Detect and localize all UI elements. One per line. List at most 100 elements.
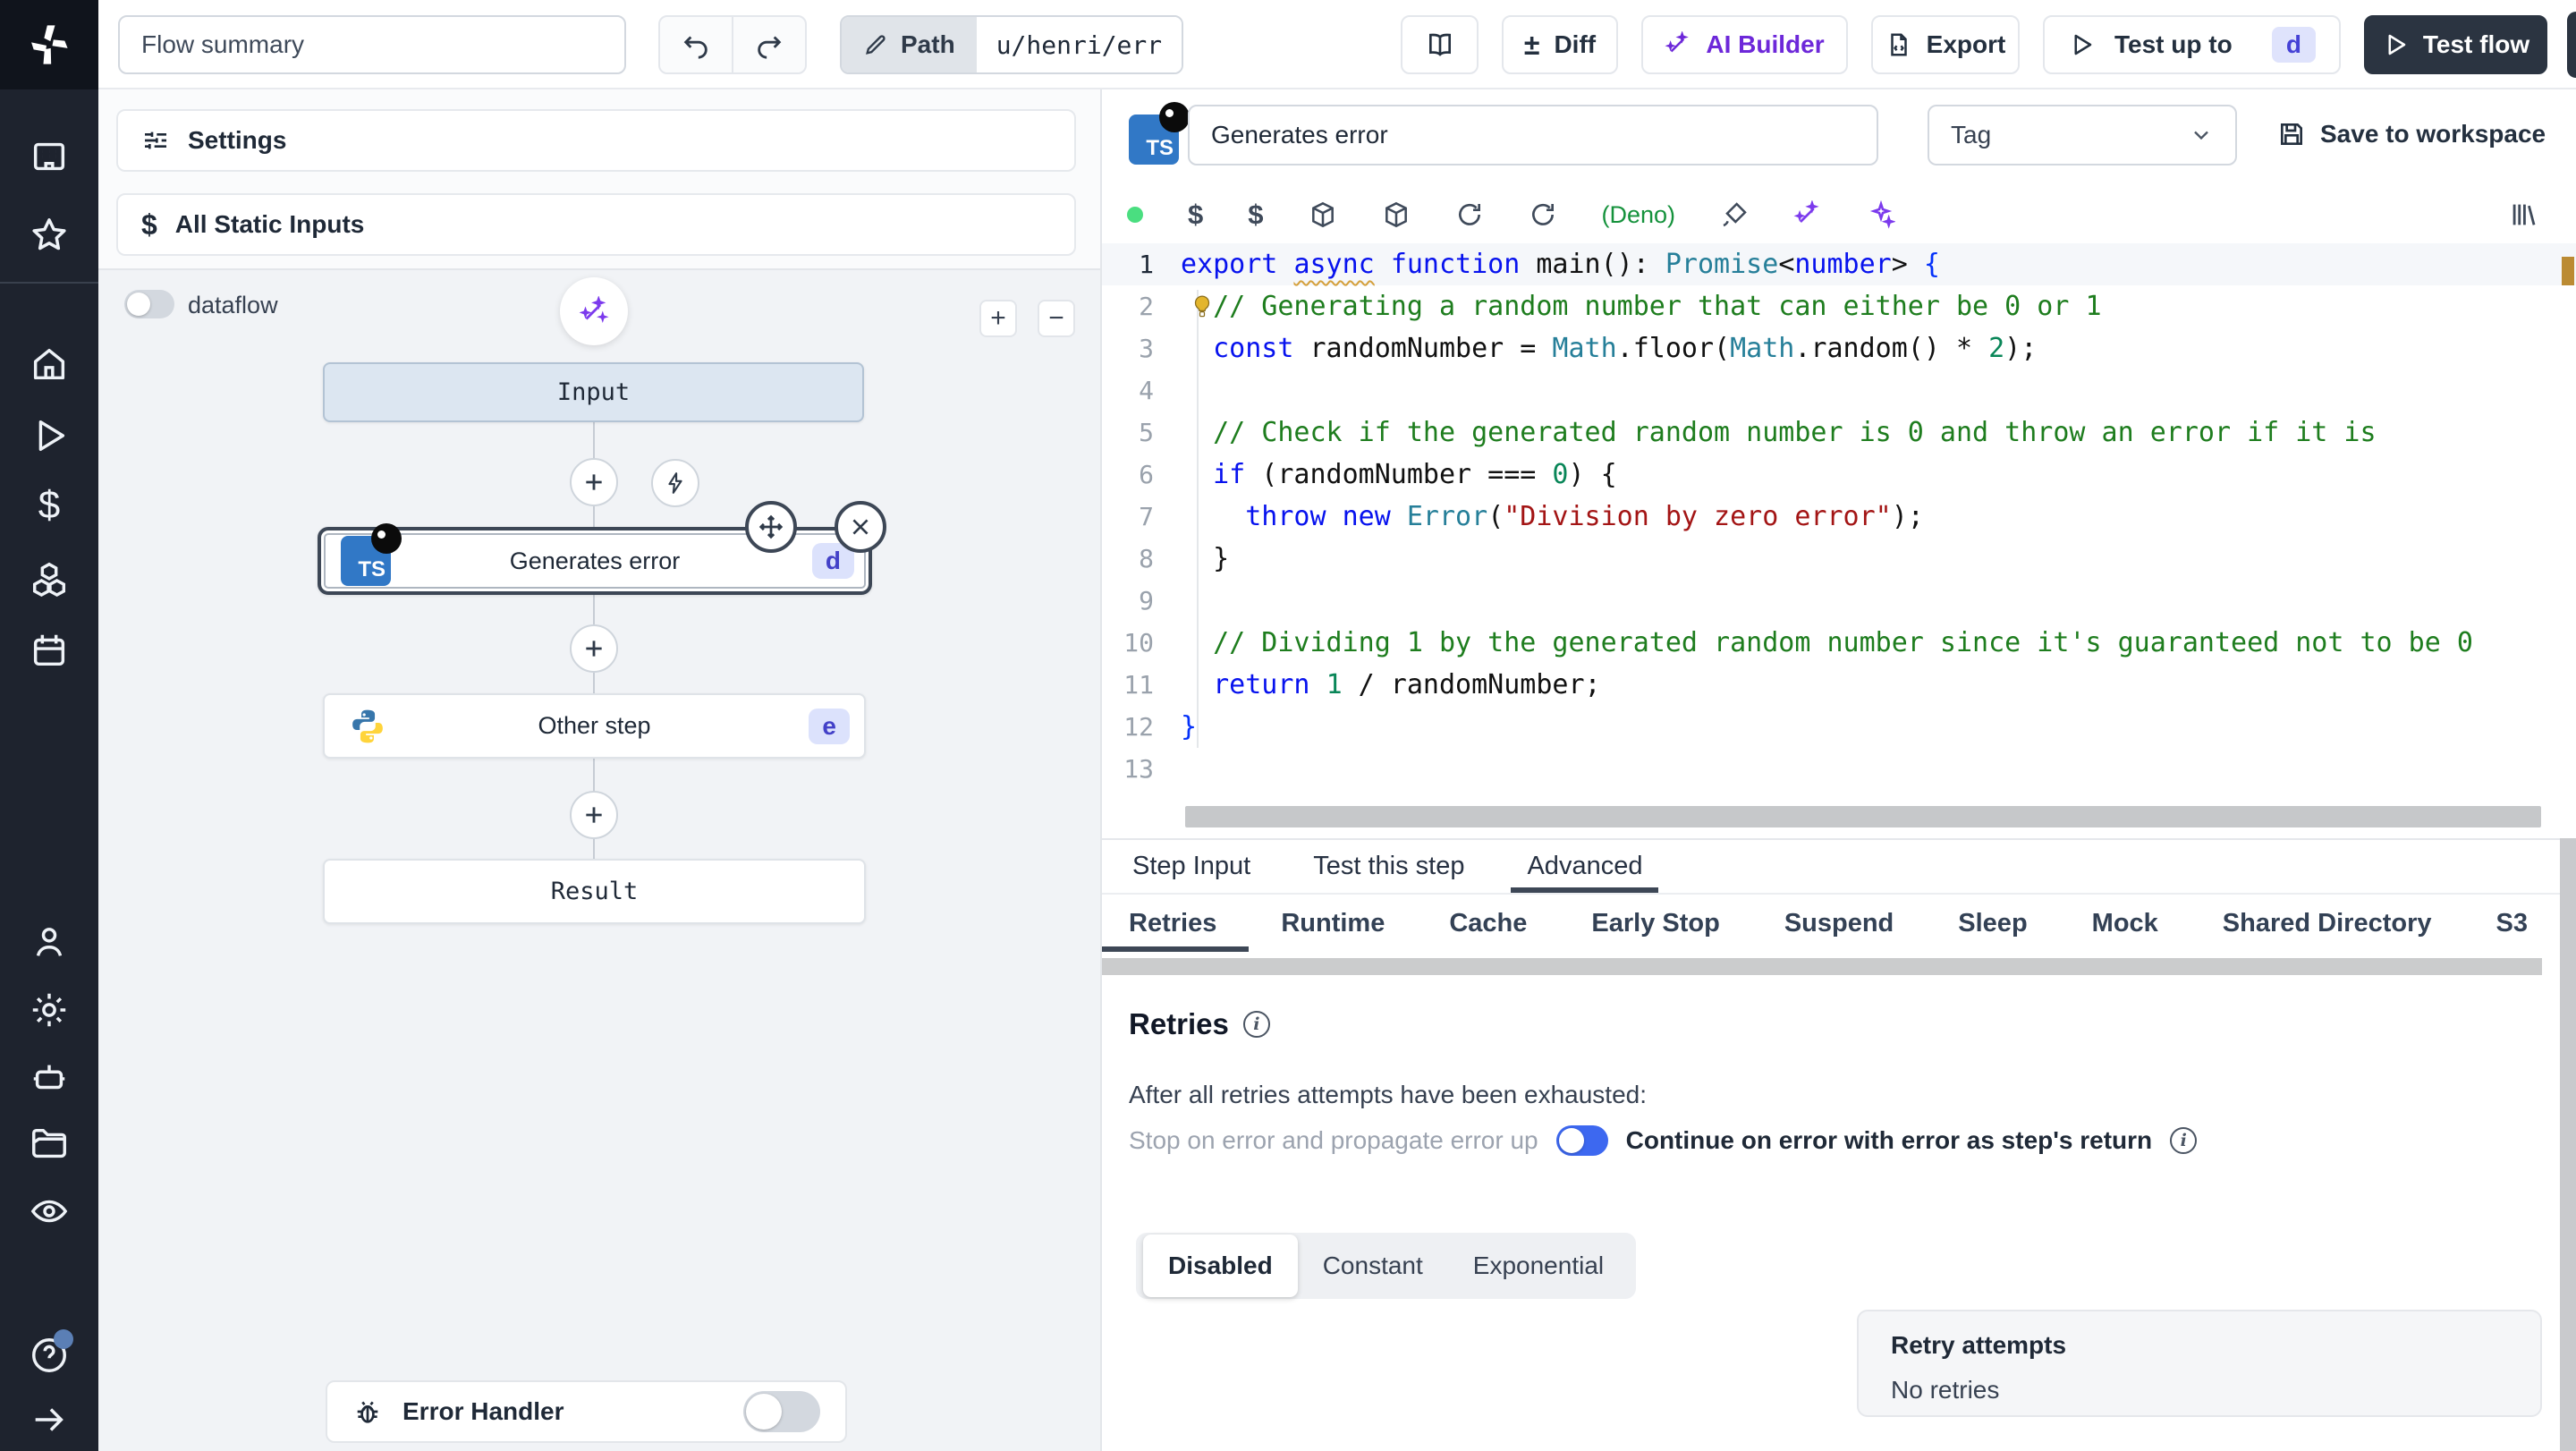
- format-brush-icon[interactable]: [1720, 200, 1749, 229]
- expand-sidebar-arrow-icon[interactable]: [29, 1399, 70, 1440]
- flow-node-input[interactable]: Input: [323, 362, 864, 422]
- path-value: u/henri/err: [976, 17, 1182, 72]
- advanced-tab-shared-directory[interactable]: Shared Directory: [2223, 895, 2432, 952]
- code-line-10[interactable]: 10 // Dividing 1 by the generated random…: [1102, 622, 2576, 664]
- retry-mode-exponential[interactable]: Exponential: [1448, 1240, 1629, 1292]
- flow-node-other-step[interactable]: Other step e: [323, 693, 866, 759]
- home-icon[interactable]: [29, 344, 70, 385]
- lightbulb-icon[interactable]: [1189, 293, 1216, 320]
- code-line-6[interactable]: 6 if (randomNumber === 0) {: [1102, 454, 2576, 496]
- save-floppy-icon: [2281, 123, 2302, 145]
- insert-step-button[interactable]: [570, 458, 618, 506]
- code-line-12[interactable]: 12}: [1102, 706, 2576, 748]
- flow-settings-card[interactable]: Settings: [116, 109, 1076, 172]
- dataflow-toggle[interactable]: [124, 290, 174, 318]
- add-variable-icon[interactable]: $: [1188, 199, 1203, 231]
- retry-mode-constant[interactable]: Constant: [1298, 1240, 1448, 1292]
- overflow-button-sliver[interactable]: [2567, 12, 2576, 78]
- flow-node-result[interactable]: Result: [323, 859, 866, 924]
- schedules-icon[interactable]: [29, 630, 70, 671]
- insert-trigger-button[interactable]: [651, 459, 699, 507]
- resources-icon[interactable]: [29, 559, 70, 600]
- advanced-tab-suspend[interactable]: Suspend: [1784, 895, 1894, 952]
- zoom-in-button[interactable]: +: [979, 300, 1017, 337]
- code-editor[interactable]: 1 export async function main(): Promise<n…: [1102, 243, 2576, 896]
- code-line-8[interactable]: 8 }: [1102, 538, 2576, 580]
- advanced-tab-retries[interactable]: Retries: [1102, 895, 1250, 952]
- tag-select[interactable]: Tag: [1928, 105, 2237, 165]
- advanced-tab-s3[interactable]: S3: [2496, 895, 2528, 952]
- audit-eye-icon[interactable]: [29, 1191, 70, 1232]
- test-flow-button[interactable]: Test flow: [2364, 15, 2547, 74]
- code-line-1[interactable]: 1 export async function main(): Promise<n…: [1102, 243, 2576, 285]
- runtime-label[interactable]: (Deno): [1602, 201, 1676, 229]
- redo-button[interactable]: [733, 17, 805, 72]
- help-icon[interactable]: [29, 1329, 73, 1376]
- advanced-tab-early-stop[interactable]: Early Stop: [1591, 895, 1719, 952]
- ai-flow-wand-button[interactable]: [560, 277, 628, 345]
- tab-test-this-step[interactable]: Test this step: [1313, 839, 1464, 894]
- ai-builder-button[interactable]: AI Builder: [1641, 15, 1848, 74]
- settings-gear-icon[interactable]: [29, 989, 70, 1031]
- test-up-to-button[interactable]: Test up to d: [2043, 15, 2341, 74]
- undo-button[interactable]: [660, 17, 733, 72]
- tab-advanced[interactable]: Advanced: [1511, 839, 1659, 894]
- error-handler-toggle[interactable]: [743, 1391, 820, 1432]
- step-name-input[interactable]: Generates error: [1188, 105, 1878, 165]
- package-icon[interactable]: [1309, 200, 1337, 229]
- docs-button[interactable]: [1401, 15, 1479, 74]
- move-step-button[interactable]: [745, 501, 797, 553]
- workspace-icon[interactable]: [29, 136, 70, 177]
- code-line-5[interactable]: 5 // Check if the generated random numbe…: [1102, 412, 2576, 454]
- code-line-3[interactable]: 3 const randomNumber = Math.floor(Math.r…: [1102, 327, 2576, 369]
- insert-step-button[interactable]: [570, 791, 618, 839]
- info-icon[interactable]: i: [2170, 1127, 2198, 1154]
- retry-attempts-label: Retry attempts: [1891, 1331, 2067, 1359]
- advanced-tab-sleep[interactable]: Sleep: [1958, 895, 2027, 952]
- folders-icon[interactable]: [29, 1124, 70, 1165]
- static-inputs-card[interactable]: $ All Static Inputs: [116, 193, 1076, 256]
- code-line-13[interactable]: 13: [1102, 748, 2576, 790]
- tabs-horizontal-scrollbar[interactable]: [1102, 958, 2542, 976]
- code-line-2[interactable]: 2 // Generating a random number that can…: [1102, 285, 2576, 327]
- windmill-logo[interactable]: [0, 0, 98, 89]
- continue-on-error-toggle[interactable]: [1555, 1125, 1608, 1156]
- info-icon[interactable]: i: [1242, 1011, 1270, 1038]
- reset-icon[interactable]: [1529, 200, 1557, 229]
- advanced-tab-runtime[interactable]: Runtime: [1281, 895, 1385, 952]
- ai-wand-icon[interactable]: [1793, 200, 1822, 229]
- ai-sparkles-icon[interactable]: [1867, 200, 1896, 229]
- workers-robot-icon[interactable]: [29, 1056, 70, 1098]
- library-icon[interactable]: [2508, 199, 2538, 230]
- editor-horizontal-scrollbar[interactable]: [1185, 806, 2541, 827]
- diff-button[interactable]: ± Diff: [1502, 15, 1618, 74]
- package-icon[interactable]: [1382, 200, 1411, 229]
- undo-redo-group: [658, 15, 807, 74]
- zoom-out-button[interactable]: −: [1038, 300, 1075, 337]
- code-line-4[interactable]: 4: [1102, 369, 2576, 412]
- plus-icon: [586, 474, 602, 490]
- error-handler-card[interactable]: Error Handler: [326, 1380, 847, 1443]
- path-label: Path: [842, 17, 977, 72]
- code-line-7[interactable]: 7 throw new Error("Division by zero erro…: [1102, 496, 2576, 538]
- save-to-workspace-button[interactable]: Save to workspace: [2277, 89, 2546, 179]
- delete-step-button[interactable]: [835, 501, 886, 553]
- variables-icon[interactable]: $: [29, 483, 70, 527]
- user-icon[interactable]: [29, 921, 70, 963]
- insert-step-button[interactable]: [570, 624, 618, 673]
- panel-vertical-scrollbar[interactable]: [2560, 838, 2576, 1451]
- add-resource-icon[interactable]: $: [1248, 199, 1263, 231]
- advanced-tab-mock[interactable]: Mock: [2092, 895, 2158, 952]
- code-line-9[interactable]: 9: [1102, 580, 2576, 622]
- advanced-tab-cache[interactable]: Cache: [1449, 895, 1527, 952]
- code-line-11[interactable]: 11 return 1 / randomNumber;: [1102, 664, 2576, 706]
- tab-step-input[interactable]: Step Input: [1132, 839, 1250, 894]
- favorites-star-icon[interactable]: [29, 215, 70, 256]
- flow-summary-input[interactable]: Flow summary: [118, 15, 626, 74]
- reload-icon[interactable]: [1455, 200, 1484, 229]
- retry-mode-disabled[interactable]: Disabled: [1143, 1235, 1298, 1297]
- path-button[interactable]: Path u/henri/err: [840, 15, 1184, 74]
- plus-icon: [586, 807, 602, 823]
- runs-icon[interactable]: [29, 415, 70, 456]
- export-button[interactable]: Export: [1871, 15, 2020, 74]
